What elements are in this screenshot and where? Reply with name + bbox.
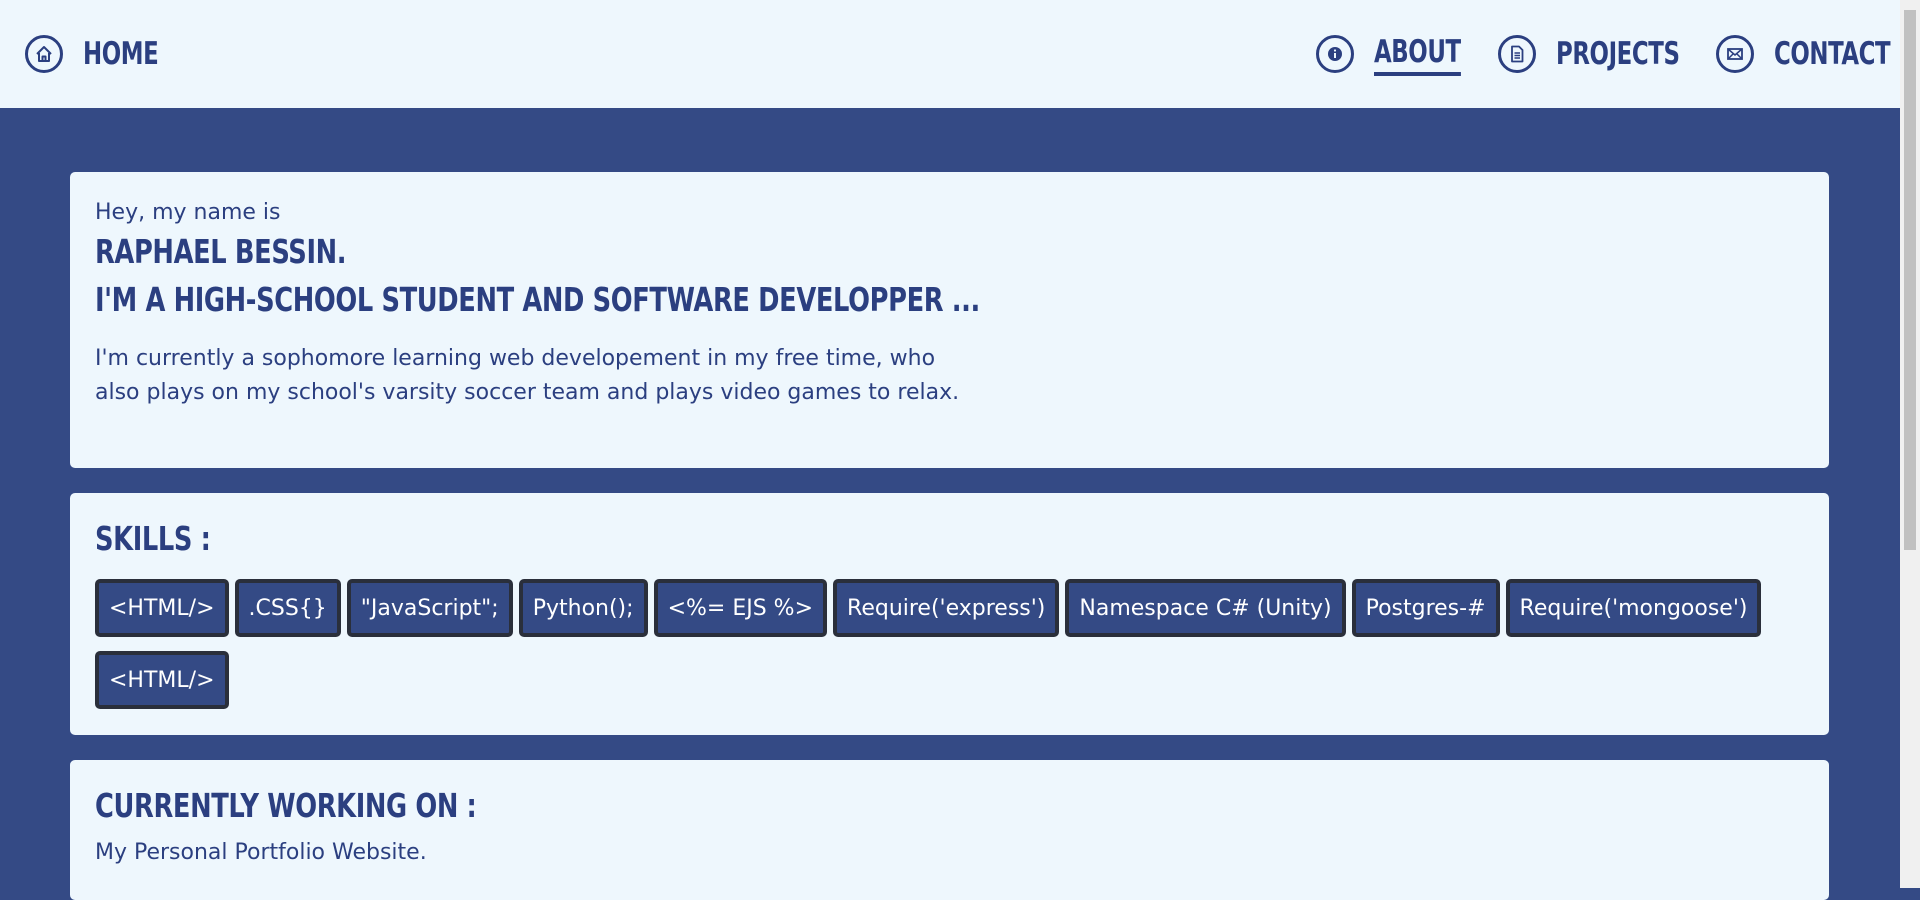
nav-about-label: ABOUT: [1374, 32, 1461, 76]
info-icon: [1316, 35, 1354, 73]
skill-badge: Python();: [518, 579, 648, 637]
nav-projects-link[interactable]: PROJECTS: [1498, 30, 1707, 78]
page-scrollbar[interactable]: [1900, 0, 1920, 888]
nav-about-link[interactable]: ABOUT: [1316, 30, 1480, 78]
name-heading: RAPHAEL BESSIN.: [95, 232, 347, 271]
skill-badge: Postgres-#: [1351, 579, 1500, 637]
skills-card: SKILLS : <HTML/> .CSS{} "JavaScript"; Py…: [70, 493, 1829, 735]
mail-icon: [1716, 35, 1754, 73]
skill-badge: <%= EJS %>: [653, 579, 828, 637]
skill-badge: "JavaScript";: [346, 579, 513, 637]
skill-badge: <HTML/>: [95, 651, 229, 709]
role-heading: I'M A HIGH-SCHOOL STUDENT AND SOFTWARE D…: [95, 280, 980, 319]
nav-home-label: HOME: [83, 36, 159, 72]
bio-text: I'm currently a sophomore learning web d…: [95, 346, 960, 405]
home-icon: [25, 35, 63, 73]
skill-badge: Namespace C# (Unity): [1065, 579, 1346, 637]
working-on-text: My Personal Portfolio Website.: [95, 840, 427, 865]
nav-projects-label: PROJECTS: [1556, 36, 1680, 72]
intro-card: Hey, my name is RAPHAEL BESSIN. I'M A HI…: [70, 172, 1829, 468]
nav-contact-link[interactable]: CONTACT: [1716, 30, 1916, 78]
nav-contact-label: CONTACT: [1774, 36, 1891, 72]
working-on-card: CURRENTLY WORKING ON : My Personal Portf…: [70, 760, 1829, 900]
nav-home-link[interactable]: HOME: [25, 30, 175, 78]
skill-badge: <HTML/>: [95, 579, 229, 637]
skills-list: <HTML/> .CSS{} "JavaScript"; Python(); <…: [95, 579, 1795, 709]
skill-badge: Require('express'): [833, 579, 1060, 637]
skills-title: SKILLS :: [95, 519, 211, 558]
working-on-title: CURRENTLY WORKING ON :: [95, 786, 477, 825]
skill-badge: .CSS{}: [234, 579, 341, 637]
scrollbar-thumb[interactable]: [1904, 10, 1916, 550]
document-icon: [1498, 35, 1536, 73]
top-navbar: HOME ABOUT PROJECTS CONTACT: [0, 0, 1900, 108]
greeting-text: Hey, my name is: [95, 200, 281, 225]
skill-badge: Require('mongoose'): [1505, 579, 1762, 637]
